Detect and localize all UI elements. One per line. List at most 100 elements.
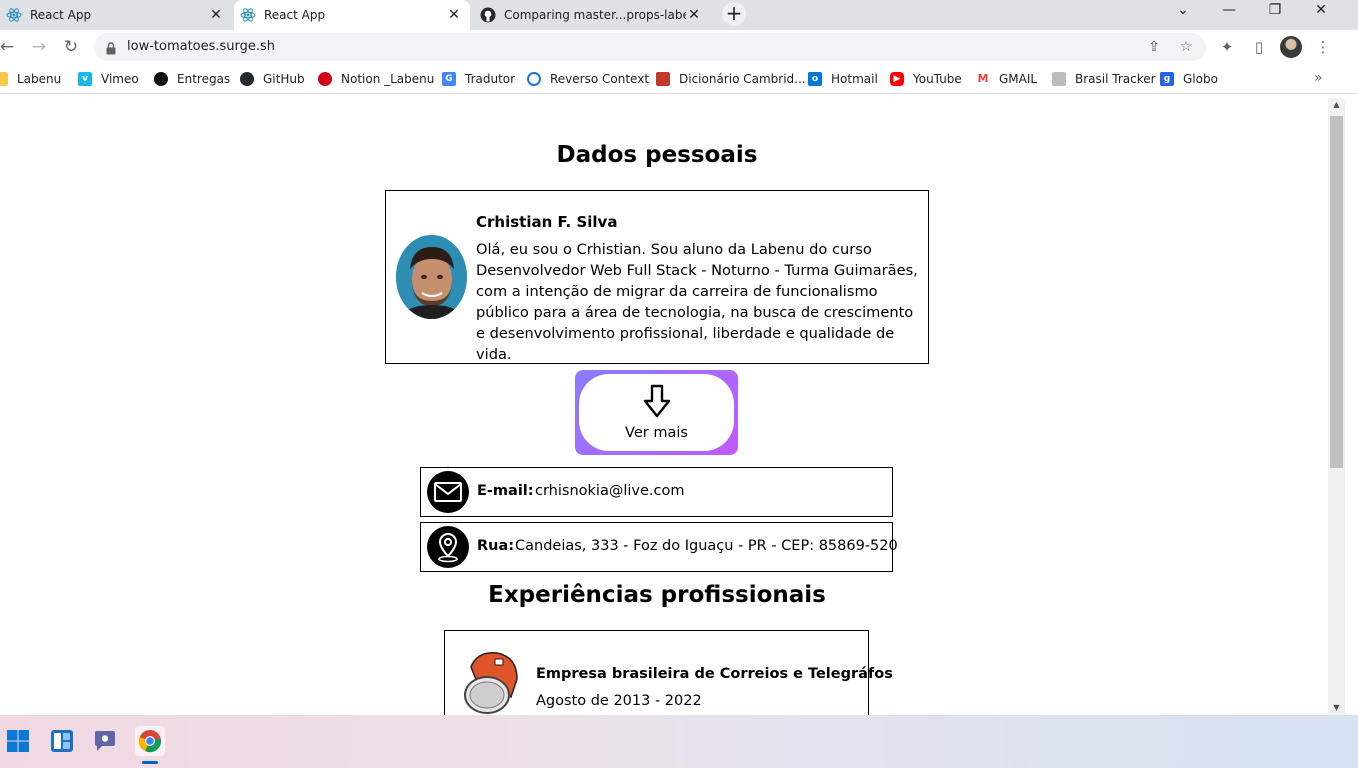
back-arrow-icon[interactable]: ← <box>0 34 20 60</box>
close-icon[interactable]: ✕ <box>446 7 462 23</box>
profile-photo <box>396 235 467 319</box>
bookmark-hotmail[interactable]: o Hotmail <box>808 70 878 88</box>
profile-name: Crhistian F. Silva <box>476 213 618 231</box>
bookmark-label: Tradutor <box>465 72 516 86</box>
bookmark-gmail[interactable]: M GMAIL <box>976 70 1037 88</box>
mailbox-logo-icon <box>457 647 527 715</box>
globo-icon: g <box>1160 72 1174 86</box>
bookmark-label: Reverso Context <box>550 72 650 86</box>
active-app-indicator <box>142 761 158 764</box>
mail-icon <box>427 471 469 513</box>
forward-arrow-icon[interactable]: → <box>26 34 52 60</box>
tab-github-compare[interactable]: Comparing master...props-labedi ✕ <box>474 0 710 30</box>
bookmark-tradutor[interactable]: G Tradutor <box>442 70 515 88</box>
outlook-icon: o <box>808 72 822 86</box>
profile-avatar-icon[interactable] <box>1280 36 1302 58</box>
map-pin-icon <box>427 526 469 568</box>
bookmark-notion[interactable]: Notion _Labenu <box>318 70 434 88</box>
reload-icon[interactable]: ↻ <box>58 34 84 60</box>
cambridge-icon <box>656 72 670 86</box>
scroll-up-icon[interactable]: ▲ <box>1328 98 1345 112</box>
experience-card: Empresa brasileira de Correios e Telegrá… <box>444 630 893 715</box>
new-tab-button[interactable]: + <box>722 2 746 26</box>
profile-card: Crhistian F. Silva Olá, eu sou o Crhisti… <box>385 190 929 364</box>
profile-bio: Olá, eu sou o Crhistian. Sou aluno da La… <box>476 241 918 363</box>
browser-toolbar: ← → ↻ low-tomatoes.surge.sh ⇪ ☆ ✦ ▯ ⋮ <box>0 30 1358 64</box>
bookmark-label: Hotmail <box>831 72 878 86</box>
bookmarks-overflow-icon[interactable]: » <box>1314 70 1323 86</box>
tab-react-app-1[interactable]: React App ✕ <box>0 0 232 30</box>
widgets-icon[interactable] <box>47 726 77 756</box>
url-text: low-tomatoes.surge.sh <box>127 39 276 54</box>
bookmark-label: Labenu <box>17 72 62 86</box>
tab-title: React App <box>264 8 326 22</box>
gmail-icon: M <box>976 72 990 86</box>
menu-kebab-icon[interactable]: ⋮ <box>1314 38 1332 56</box>
windows-taskbar <box>0 715 1358 768</box>
tab-search-icon[interactable]: ⌄ <box>1160 0 1206 22</box>
bookmark-label: YouTube <box>913 72 962 86</box>
close-icon[interactable]: ✕ <box>208 7 224 23</box>
react-icon <box>240 7 256 23</box>
page-content: Dados pessoais Crhistian F. Silva Olá, e… <box>0 98 1328 715</box>
scroll-down-icon[interactable]: ▼ <box>1328 701 1345 715</box>
window-close-icon[interactable]: ✕ <box>1298 0 1344 22</box>
experience-company: Empresa brasileira de Correios e Telegrá… <box>536 666 893 682</box>
folder-icon <box>0 72 8 86</box>
bookmark-label: Notion _Labenu <box>341 72 435 86</box>
react-icon <box>6 7 22 23</box>
youtube-icon: ▶ <box>890 72 904 86</box>
page-scrollbar[interactable]: ▲ ▼ <box>1328 98 1345 715</box>
black-circle-icon <box>154 72 168 86</box>
github-icon <box>480 7 496 23</box>
email-value: crhisnokia@live.com <box>535 483 685 499</box>
arrow-down-icon <box>643 384 671 422</box>
lock-icon <box>106 40 116 59</box>
extensions-puzzle-icon[interactable]: ✦ <box>1218 38 1236 56</box>
tab-title: Comparing master...props-labedi <box>504 8 686 22</box>
tab-title: React App <box>30 8 92 22</box>
address-value: Candeias, 333 - Foz do Iguaçu - PR - CEP… <box>515 538 898 554</box>
bookmark-youtube[interactable]: ▶ YouTube <box>890 70 962 88</box>
ver-mais-button[interactable]: Ver mais <box>575 370 738 455</box>
bookmark-entregas[interactable]: Entregas <box>154 70 230 88</box>
restore-icon[interactable]: ❐ <box>1252 0 1298 22</box>
bookmark-label: Brasil Tracker <box>1075 72 1156 86</box>
bookmark-label: Entregas <box>177 72 231 86</box>
personal-data-title: Dados pessoais <box>556 142 758 168</box>
tab-react-app-2[interactable]: React App ✕ <box>234 0 470 30</box>
minimize-icon[interactable]: — <box>1206 0 1252 22</box>
lock-gray-icon <box>1052 72 1066 86</box>
tab-strip: React App ✕ React App ✕ Comparing master… <box>0 0 1358 30</box>
ver-mais-label: Ver mais <box>625 425 688 441</box>
bookmark-reverso[interactable]: Reverso Context <box>527 70 649 88</box>
address-label: Rua: <box>477 538 515 554</box>
apple-icon <box>318 72 332 86</box>
address-box: Rua: Candeias, 333 - Foz do Iguaçu - PR … <box>420 522 898 572</box>
bookmarks-bar: Labenu v Vimeo Entregas GitHub Notion _La… <box>0 64 1358 94</box>
bookmark-cambridge[interactable]: Dicionário Cambrid... <box>656 70 806 88</box>
experience-period: Agosto de 2013 - 2022 <box>536 693 702 709</box>
vimeo-icon: v <box>78 72 92 86</box>
google-translate-icon: G <box>442 72 456 86</box>
bookmark-globo[interactable]: g Globo <box>1160 70 1218 88</box>
reverso-icon <box>527 72 541 86</box>
bookmark-github[interactable]: GitHub <box>240 70 305 88</box>
bookmark-label: GitHub <box>263 72 305 86</box>
bookmark-labenu[interactable]: Labenu <box>0 70 61 88</box>
share-icon[interactable]: ⇪ <box>1146 39 1162 55</box>
bookmark-brasil-tracker[interactable]: Brasil Tracker <box>1052 70 1156 88</box>
bookmark-star-icon[interactable]: ☆ <box>1178 39 1194 55</box>
windows-start-icon[interactable] <box>3 726 33 756</box>
github-icon <box>240 72 254 86</box>
bookmark-label: Vimeo <box>101 72 139 86</box>
address-bar[interactable]: low-tomatoes.surge.sh ⇪ ☆ <box>94 33 1206 61</box>
close-icon[interactable]: ✕ <box>686 7 702 23</box>
email-label: E-mail: <box>477 483 534 499</box>
scrollbar-thumb[interactable] <box>1330 116 1343 468</box>
chrome-icon[interactable] <box>135 726 165 756</box>
teams-chat-icon[interactable] <box>90 726 120 756</box>
side-panel-icon[interactable]: ▯ <box>1250 38 1268 56</box>
bookmark-label: Globo <box>1183 72 1218 86</box>
bookmark-vimeo[interactable]: v Vimeo <box>78 70 139 88</box>
